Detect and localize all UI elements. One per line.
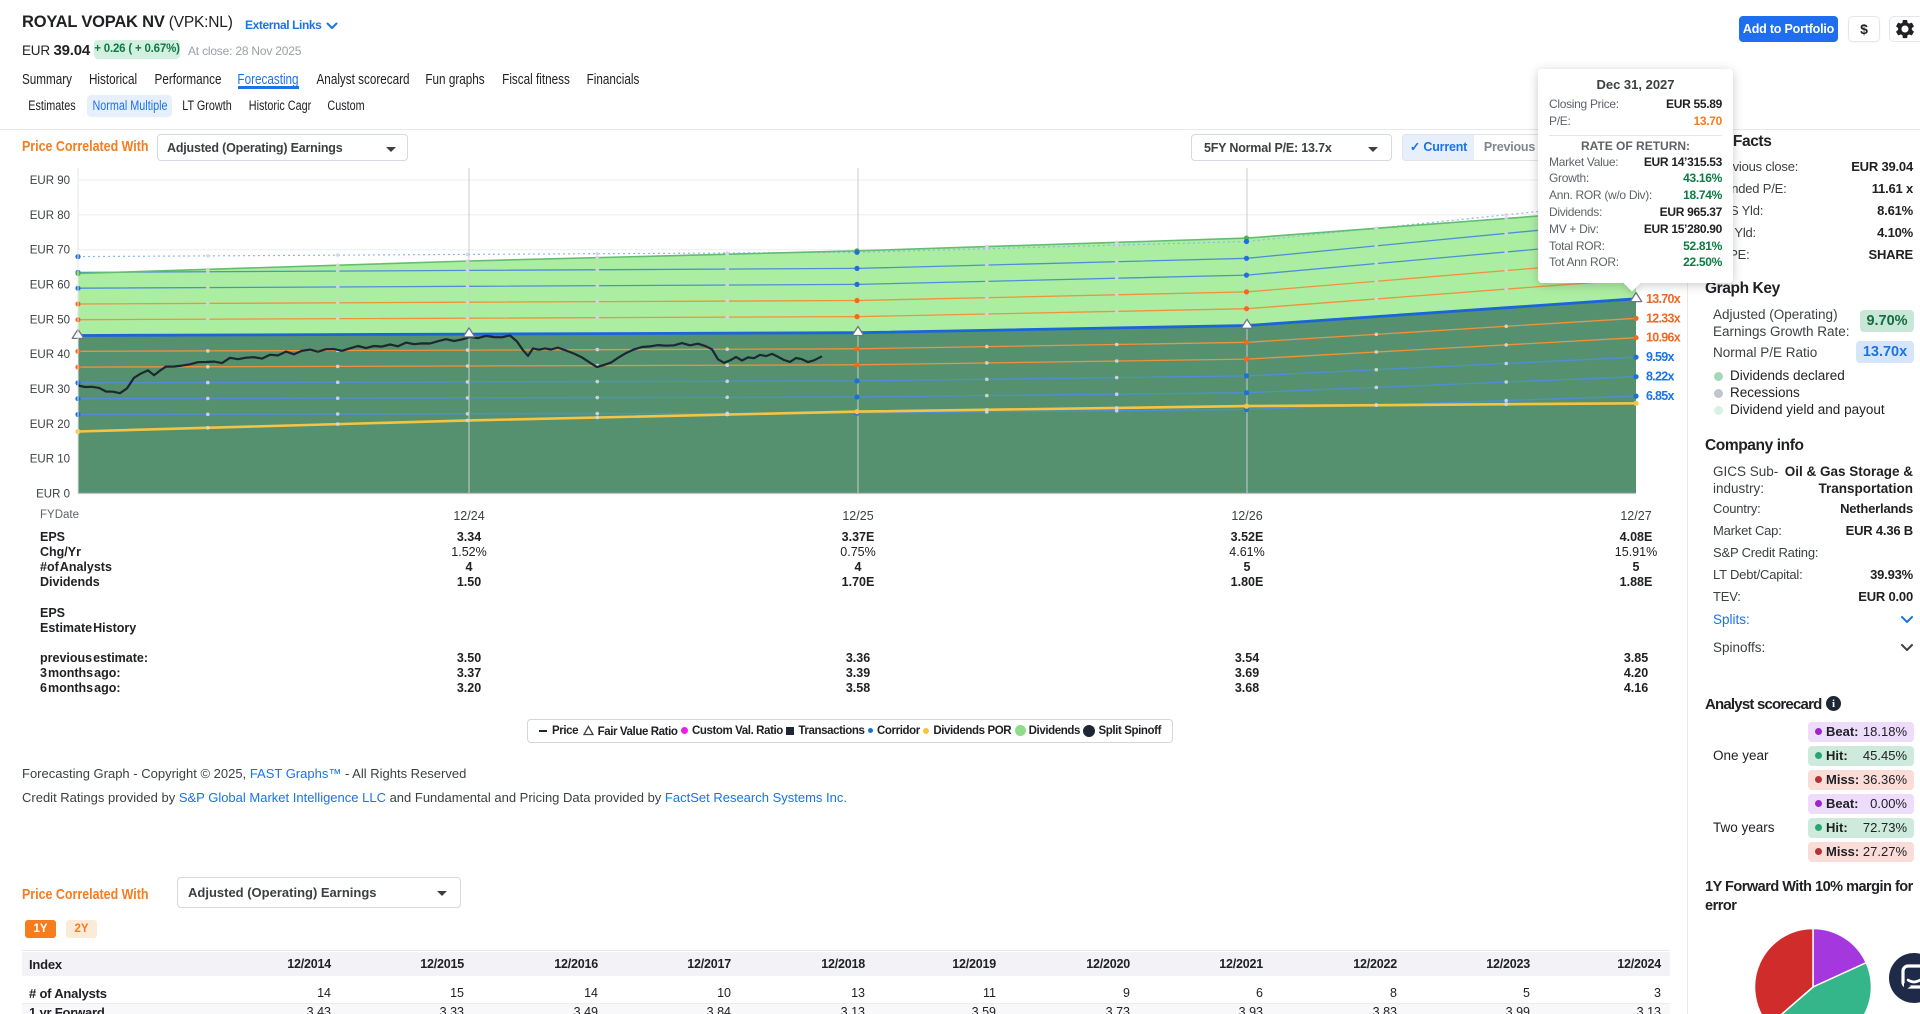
svg-text:EUR 20: EUR 20 [30,419,70,431]
svg-text:9.59x: 9.59x [1646,350,1675,364]
svg-text:10.96x: 10.96x [1646,331,1681,345]
svg-text:EUR 0: EUR 0 [36,489,70,501]
svg-text:6.85x: 6.85x [1646,389,1675,403]
svg-text:EUR 40: EUR 40 [30,349,70,361]
svg-text:EUR 50: EUR 50 [30,314,70,326]
svg-text:12.33x: 12.33x [1646,311,1681,325]
svg-text:EUR 90: EUR 90 [30,175,70,187]
svg-text:EUR 60: EUR 60 [30,280,70,292]
svg-text:8.22x: 8.22x [1646,370,1675,384]
svg-text:13.70x: 13.70x [1646,292,1681,306]
svg-text:EUR 70: EUR 70 [30,245,70,257]
svg-text:EUR 30: EUR 30 [30,384,70,396]
svg-text:EUR 10: EUR 10 [30,454,70,466]
svg-text:EUR 80: EUR 80 [30,210,70,222]
